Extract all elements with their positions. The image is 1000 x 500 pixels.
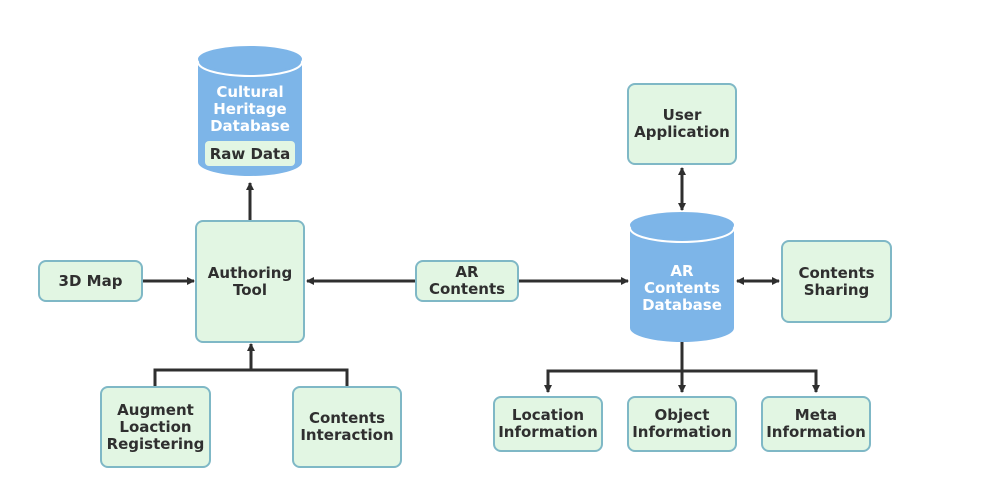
3d-map-node: 3D Map bbox=[38, 260, 143, 302]
ar-contents-database-label: AR Contents Database bbox=[642, 262, 722, 314]
authoring-tool-node: Authoring Tool bbox=[195, 220, 305, 343]
object-information-node: Object Information bbox=[627, 396, 737, 452]
contents-interaction-node: Contents Interaction bbox=[292, 386, 402, 468]
contents-sharing-node: Contents Sharing bbox=[781, 240, 892, 323]
cultural-heritage-database-label: Cultural Heritage Database bbox=[210, 83, 290, 135]
edge-bottom-bracket-left bbox=[153, 368, 349, 386]
user-application-node: User Application bbox=[627, 83, 737, 165]
meta-information-node: Meta Information bbox=[761, 396, 871, 452]
location-information-node: Location Information bbox=[493, 396, 603, 452]
raw-data-label: Raw Data bbox=[205, 141, 295, 166]
augment-location-registering-node: Augment Loaction Registering bbox=[100, 386, 211, 468]
ar-contents-node: AR Contents bbox=[415, 260, 519, 302]
